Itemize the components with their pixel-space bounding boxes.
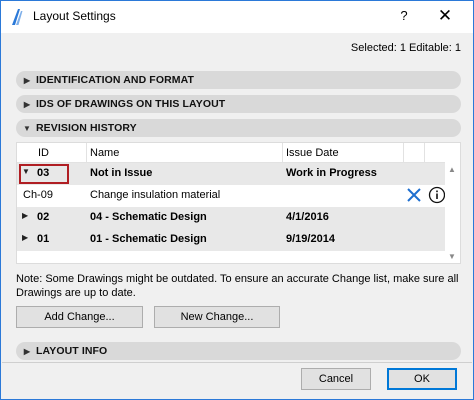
revision-table: ID Name Issue Date ▼ 03 Not in Issue Wor…	[16, 142, 461, 264]
scroll-up-icon[interactable]: ▲	[448, 165, 456, 174]
archicad-app-icon	[12, 9, 23, 25]
section-drawing-ids[interactable]: ▶ IDS OF DRAWINGS ON THIS LAYOUT	[16, 95, 461, 113]
layout-settings-dialog: Layout Settings ? ✕ Selected: 1 Editable…	[0, 0, 474, 400]
table-header: ID Name Issue Date	[17, 143, 445, 163]
close-button[interactable]: ✕	[433, 6, 457, 28]
row-issue-date: 9/19/2014	[286, 233, 335, 245]
table-row[interactable]: ▶ 01 01 - Schematic Design 9/19/2014	[17, 229, 445, 251]
title-bar: Layout Settings ? ✕	[1, 1, 473, 33]
row-id: 03	[37, 167, 50, 179]
row-id: 02	[37, 211, 50, 223]
expand-arrow-icon[interactable]: ▶	[22, 211, 28, 220]
window-title: Layout Settings	[33, 9, 116, 23]
table-row-child[interactable]: Ch-09 Change insulation material	[17, 185, 446, 207]
ok-button[interactable]: OK	[387, 368, 457, 390]
footer-divider	[2, 362, 472, 363]
section-label: LAYOUT INFO	[36, 345, 108, 357]
help-button[interactable]: ?	[394, 8, 414, 26]
outdated-drawings-note: Note: Some Drawings might be outdated. T…	[16, 273, 459, 299]
section-revision-history[interactable]: ▼ REVISION HISTORY	[16, 119, 461, 137]
section-label: IDS OF DRAWINGS ON THIS LAYOUT	[36, 98, 226, 110]
column-header-id[interactable]: ID	[38, 147, 49, 159]
section-identification-format[interactable]: ▶ IDENTIFICATION AND FORMAT	[16, 71, 461, 89]
row-issue-date: 4/1/2016	[286, 211, 329, 223]
expand-arrow-icon[interactable]: ▶	[22, 233, 28, 242]
table-row[interactable]: ▼ 03 Not in Issue Work in Progress	[17, 163, 445, 185]
scroll-down-icon[interactable]: ▼	[448, 252, 456, 261]
row-issue-date: Work in Progress	[286, 167, 377, 179]
expand-arrow-icon: ▶	[23, 75, 31, 85]
row-name: 04 - Schematic Design	[90, 211, 207, 223]
add-change-button[interactable]: Add Change...	[16, 306, 143, 328]
table-row[interactable]: ▶ 02 04 - Schematic Design 4/1/2016	[17, 207, 445, 229]
cancel-button[interactable]: Cancel	[301, 368, 371, 390]
row-name: 01 - Schematic Design	[90, 233, 207, 245]
collapse-arrow-icon[interactable]: ▼	[22, 167, 30, 176]
section-label: REVISION HISTORY	[36, 122, 137, 134]
info-icon[interactable]	[428, 186, 446, 204]
section-layout-info[interactable]: ▶ LAYOUT INFO	[16, 342, 461, 360]
table-scrollbar[interactable]: ▲ ▼	[445, 163, 460, 263]
delete-x-icon[interactable]	[406, 187, 422, 203]
row-id: Ch-09	[23, 189, 53, 201]
row-id: 01	[37, 233, 50, 245]
section-label: IDENTIFICATION AND FORMAT	[36, 74, 195, 86]
row-name: Not in Issue	[90, 167, 153, 179]
collapse-arrow-icon: ▼	[23, 123, 31, 133]
expand-arrow-icon: ▶	[23, 99, 31, 109]
column-header-name[interactable]: Name	[90, 147, 119, 159]
row-name: Change insulation material	[90, 189, 221, 201]
selection-info: Selected: 1 Editable: 1	[350, 42, 461, 54]
new-change-button[interactable]: New Change...	[154, 306, 280, 328]
expand-arrow-icon: ▶	[23, 346, 31, 356]
column-header-issue-date[interactable]: Issue Date	[286, 147, 339, 159]
